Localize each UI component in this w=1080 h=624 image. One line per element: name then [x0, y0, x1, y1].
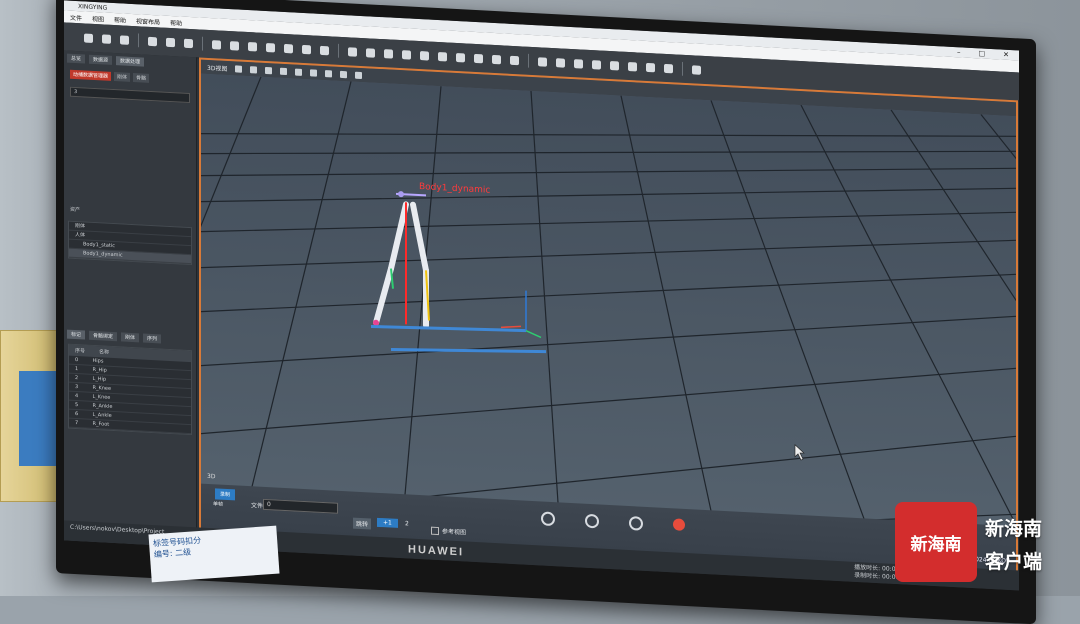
tab-bindings[interactable]: 骨骼绑定 [89, 330, 118, 342]
skeleton-icon[interactable] [284, 43, 293, 53]
bar-chart-icon[interactable] [628, 61, 637, 71]
edit-icon[interactable] [102, 33, 111, 44]
source-select[interactable]: 3 [70, 86, 190, 104]
panel-2-icon[interactable] [366, 47, 375, 58]
marker-toggle-icon[interactable] [265, 66, 273, 74]
panel-8-icon[interactable] [474, 53, 483, 63]
record-icon[interactable] [166, 37, 175, 47]
single-frame-button[interactable]: 单帧 [213, 500, 223, 508]
viewport-3d-label: 3D [207, 472, 216, 481]
tab-sequence[interactable]: 序列 [143, 333, 162, 344]
trail-toggle-icon[interactable] [310, 68, 318, 77]
toolbar-divider [338, 43, 339, 58]
step-count[interactable]: 2 [405, 520, 409, 527]
network-icon[interactable] [610, 60, 619, 71]
subtab-skeleton[interactable]: 骨骼 [133, 73, 150, 83]
left-panel: 总览 数据源 数据处理 动捕数据管理器 刚体 骨骼 3 资产 刚体 人体 Bod… [64, 50, 197, 548]
menu-help[interactable]: 帮助 [114, 15, 126, 25]
step-stepper[interactable]: +1 [377, 517, 398, 528]
maximize-icon[interactable]: □ [979, 49, 986, 57]
document-icon[interactable] [212, 39, 221, 50]
reset-view-icon[interactable] [355, 71, 363, 79]
wand-icon[interactable] [320, 45, 329, 55]
log-icon[interactable] [692, 64, 701, 75]
watermark-logo: 新海南 [895, 502, 977, 582]
help-icon[interactable] [585, 513, 599, 529]
label-toggle-icon[interactable] [325, 69, 333, 77]
view-mode-select[interactable]: 3D视图 [207, 62, 227, 72]
subtab-rigid[interactable]: 刚体 [114, 72, 131, 82]
asset-tree: 刚体 人体 Body1_static Body1_dynamic [68, 220, 192, 266]
record-icon[interactable] [673, 518, 685, 531]
calibrate-icon[interactable] [302, 44, 311, 54]
grid-toggle-icon[interactable] [250, 65, 258, 74]
camera-icon[interactable] [230, 40, 239, 51]
sync-icon[interactable] [541, 511, 555, 527]
tab-markers[interactable]: 标记 [67, 329, 86, 340]
reference-checkbox[interactable]: 参考视图 [431, 526, 466, 536]
marker-table: 序号 名称 0 Hips 1 R_Hip 2 L_Hip 3 R_Knee 4 … [68, 343, 192, 436]
frame-input[interactable]: 0 [263, 498, 338, 514]
toolbar-divider [202, 36, 203, 51]
location-pin-icon[interactable] [646, 62, 655, 72]
tab-rigid[interactable]: 刚体 [121, 332, 140, 343]
panel-5-icon[interactable] [420, 50, 429, 61]
panel-10-icon[interactable] [510, 55, 519, 65]
column-header-id: 序号 [75, 347, 86, 355]
jump-label: 跳转 [353, 517, 372, 530]
panel-7-icon[interactable] [456, 52, 465, 62]
settings-icon[interactable] [592, 59, 601, 70]
minimize-icon[interactable]: – [957, 48, 961, 56]
axis-toggle-icon[interactable] [340, 70, 348, 78]
close-icon[interactable]: ✕ [1003, 51, 1009, 59]
video-icon[interactable] [556, 57, 565, 68]
watermark-title: 新海南 [985, 518, 1043, 540]
rigid-toggle-icon[interactable] [295, 68, 303, 76]
toolbar-divider [682, 61, 683, 76]
frame-label: 文件 [251, 502, 264, 510]
open-icon[interactable] [84, 32, 93, 43]
window-title: XINGYING [78, 2, 108, 12]
skeleton-toggle-icon[interactable] [280, 67, 288, 75]
rigid-body-icon[interactable] [266, 42, 275, 52]
menu-layout[interactable]: 视窗布局 [136, 16, 160, 26]
lock-icon[interactable] [629, 516, 643, 531]
camera-view-icon[interactable] [235, 64, 243, 73]
toolbar-divider [528, 53, 529, 68]
panel-3-icon[interactable] [384, 48, 393, 59]
record-mode-button[interactable]: 录制 [215, 488, 236, 501]
tab-overview[interactable]: 总览 [67, 53, 86, 64]
copy-icon[interactable] [538, 56, 547, 67]
panel-4-icon[interactable] [402, 49, 411, 60]
tab-data-source[interactable]: 数据源 [89, 54, 113, 65]
folder-icon[interactable] [664, 63, 673, 73]
export-icon[interactable] [184, 38, 193, 48]
paper-tag: 标签号码扣分 编号: 二级 [148, 525, 280, 583]
menu-help-2[interactable]: 帮助 [170, 17, 182, 27]
toolbar-divider [138, 33, 139, 48]
cube-icon[interactable] [574, 58, 583, 69]
subtab-mocap-manager[interactable]: 动捕数据管理器 [70, 69, 112, 81]
save-icon[interactable] [120, 34, 129, 45]
storage-box [0, 330, 64, 502]
app-window: XINGYING – □ ✕ 文件 视图 帮助 视窗布局 帮助 总览 数据源 数… [64, 0, 1019, 591]
panel-9-icon[interactable] [492, 54, 501, 64]
3d-viewport[interactable]: 3D视图 Body1_dynamic 3D 录制 单帧 文件 0 跳转 +1 2… [199, 57, 1018, 575]
tab-data-processing[interactable]: 数据处理 [116, 56, 145, 67]
watermark-subtitle: 客户端 [985, 551, 1043, 573]
marker-icon[interactable] [248, 41, 257, 52]
menu-file[interactable]: 文件 [70, 12, 82, 22]
menu-view[interactable]: 视图 [92, 13, 104, 23]
panel-icon[interactable] [348, 46, 357, 57]
link-icon[interactable] [148, 36, 157, 46]
panel-6-icon[interactable] [438, 51, 447, 61]
column-header-name: 名称 [99, 349, 110, 356]
